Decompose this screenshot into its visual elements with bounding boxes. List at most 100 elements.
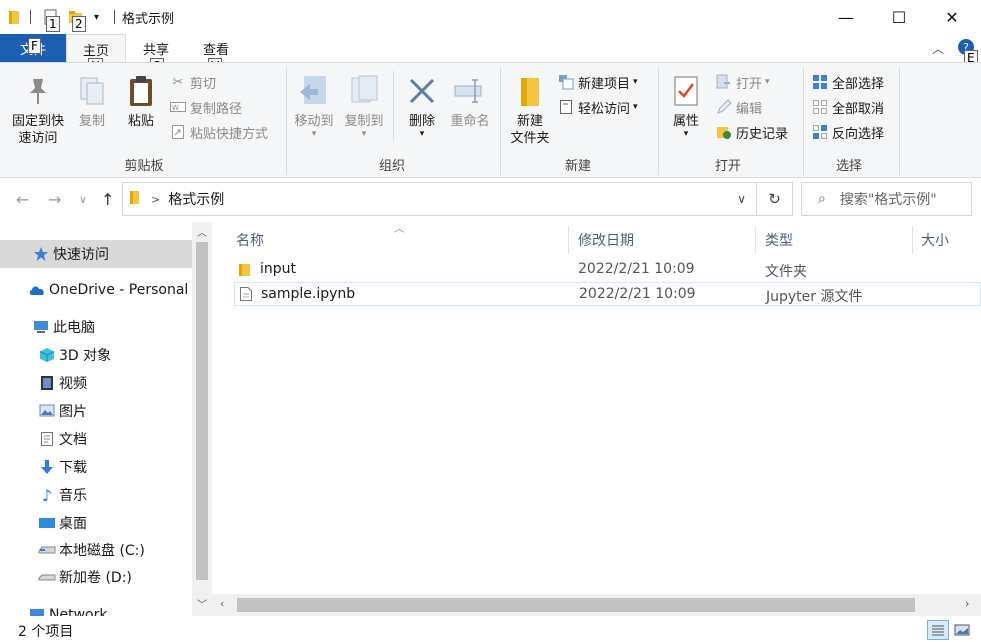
nav-pane-scrollbar[interactable]: ︿ ﹀ xyxy=(192,222,212,616)
drive-icon xyxy=(38,541,56,559)
maximize-button[interactable]: ☐ xyxy=(876,0,922,34)
horizontal-scroll-thumb[interactable] xyxy=(237,598,915,612)
group-label-select: 选择 xyxy=(835,159,862,174)
copy-label: 复制 xyxy=(78,114,105,129)
large-icons-view-icon[interactable] xyxy=(951,620,973,640)
rename-button[interactable]: 重命名 xyxy=(446,69,494,130)
column-header-type[interactable]: 类型 xyxy=(765,226,793,254)
new-item-dropdown-icon: ▾ xyxy=(633,77,638,87)
copy-to-button[interactable]: 复制到 ▾ xyxy=(340,69,388,139)
paste-shortcut-icon xyxy=(170,124,186,140)
nav-item-downloads[interactable]: 下载 xyxy=(0,453,192,481)
scroll-right-icon[interactable]: › xyxy=(965,597,969,610)
desktop-icon xyxy=(38,514,56,532)
file-list-horizontal-scrollbar[interactable]: ‹ › xyxy=(212,594,981,616)
paste-button[interactable]: 粘贴 xyxy=(120,69,162,130)
move-to-label: 移动到 xyxy=(294,114,334,129)
search-input[interactable]: ⌕ 搜索"格式示例" xyxy=(801,182,972,216)
copy-path-button[interactable]: W 复制路径 xyxy=(170,96,242,118)
pin-to-quick-access-button[interactable]: 固定到快 速访问 xyxy=(6,69,70,147)
column-separator[interactable] xyxy=(755,226,756,254)
back-arrow-icon[interactable]: ← xyxy=(16,190,29,209)
move-to-dropdown-icon: ▾ xyxy=(311,129,317,139)
nav-item-local-disk-c[interactable]: 本地磁盘 (C:) xyxy=(0,536,192,564)
nav-item-this-pc[interactable]: 此电脑 xyxy=(0,313,192,341)
edit-label: 编辑 xyxy=(736,101,763,117)
open-button[interactable]: 打开 ▾ xyxy=(716,71,770,93)
close-button[interactable]: ✕ xyxy=(929,0,975,34)
new-item-button[interactable]: 新建项目 ▾ xyxy=(558,71,638,93)
nav-item-onedrive[interactable]: OneDrive - Personal xyxy=(0,276,192,304)
easy-access-button[interactable]: 轻松访问 ▾ xyxy=(558,96,638,118)
open-icon xyxy=(716,74,732,90)
title-bar: ▾ 格式示例 — ☐ ✕ 1 2 xyxy=(0,0,981,34)
nav-item-network[interactable]: Network xyxy=(0,601,192,616)
column-separator[interactable] xyxy=(568,226,569,254)
pin-label-line1: 固定到快 xyxy=(11,114,64,129)
group-label-clipboard: 剪贴板 xyxy=(124,159,164,174)
properties-check-icon xyxy=(669,73,703,109)
easy-access-icon xyxy=(558,99,574,115)
table-row[interactable]: sample.ipynb 2022/2/21 10:09 Jupyter 源文件 xyxy=(234,282,981,306)
column-header-name[interactable]: 名称 xyxy=(236,226,264,254)
nav-item-documents[interactable]: 文档 xyxy=(0,425,192,453)
nav-item-music[interactable]: ♪ 音乐 xyxy=(0,481,192,509)
file-modified: 2022/2/21 10:09 xyxy=(579,286,696,302)
refresh-icon[interactable]: ↻ xyxy=(757,182,793,216)
copy-button[interactable]: 复制 xyxy=(72,69,112,130)
column-header-size[interactable]: 大小 xyxy=(921,226,949,254)
group-label-new: 新建 xyxy=(564,159,591,174)
nav-item-videos[interactable]: 视频 xyxy=(0,369,192,397)
scroll-down-icon[interactable]: ﹀ xyxy=(197,596,207,611)
breadcrumb-current[interactable]: 格式示例 xyxy=(168,189,224,209)
select-none-button[interactable]: 全部取消 xyxy=(812,96,884,118)
scroll-left-icon[interactable]: ‹ xyxy=(220,597,224,610)
keytip-quick-2: 2 xyxy=(72,16,86,32)
delete-button[interactable]: 删除 ▾ xyxy=(400,69,444,139)
nav-label: 快速访问 xyxy=(53,247,109,263)
nav-label: 音乐 xyxy=(59,488,87,504)
folder-icon xyxy=(8,8,22,26)
minimize-button[interactable]: — xyxy=(823,0,869,34)
forward-arrow-icon[interactable]: → xyxy=(48,190,61,209)
nav-item-desktop[interactable]: 桌面 xyxy=(0,509,192,537)
properties-button[interactable]: 属性 ▾ xyxy=(664,69,708,139)
nav-pane-scroll-thumb[interactable] xyxy=(196,242,208,580)
paste-shortcut-button[interactable]: 粘贴快捷方式 xyxy=(170,121,268,143)
nav-item-quick-access[interactable]: 快速访问 xyxy=(0,240,192,268)
group-separator xyxy=(899,67,900,175)
recent-locations-chevron-icon[interactable]: ∨ xyxy=(79,193,87,206)
breadcrumb-chevron-icon[interactable]: > xyxy=(151,193,160,206)
address-dropdown-icon[interactable]: ∨ xyxy=(737,192,746,206)
group-separator xyxy=(803,67,804,175)
column-separator[interactable] xyxy=(912,226,913,254)
properties-label: 属性 xyxy=(672,114,699,129)
nav-item-pictures[interactable]: 图片 xyxy=(0,397,192,425)
up-arrow-icon[interactable]: ↑ xyxy=(101,190,114,209)
new-folder-icon xyxy=(513,73,547,109)
window-title: 格式示例 xyxy=(122,12,175,27)
edit-button[interactable]: 编辑 xyxy=(716,96,762,118)
details-view-icon[interactable] xyxy=(927,620,949,640)
table-row[interactable]: input 2022/2/21 10:09 文件夹 xyxy=(234,258,981,282)
address-folder-icon xyxy=(129,189,141,209)
select-all-button[interactable]: 全部选择 xyxy=(812,71,884,93)
collapse-ribbon-chevron-icon[interactable]: ︿ xyxy=(932,40,944,57)
file-name: input xyxy=(260,261,297,277)
new-folder-button[interactable]: 新建 文件夹 xyxy=(504,69,556,147)
customize-toolbar-dropdown-icon[interactable]: ▾ xyxy=(94,8,99,26)
group-label-open: 打开 xyxy=(714,159,741,174)
address-bar[interactable]: > 格式示例 ∨ xyxy=(122,182,757,216)
column-header-modified[interactable]: 修改日期 xyxy=(578,226,634,254)
select-all-icon xyxy=(812,74,828,90)
invert-selection-button[interactable]: 反向选择 xyxy=(812,121,884,143)
cut-button[interactable]: ✂ 剪切 xyxy=(170,71,216,93)
star-icon xyxy=(32,245,50,263)
scroll-up-icon[interactable]: ︿ xyxy=(197,224,207,239)
history-button[interactable]: 历史记录 xyxy=(716,121,788,143)
move-to-button[interactable]: 移动到 ▾ xyxy=(290,69,338,139)
pin-icon xyxy=(21,73,55,109)
nav-item-new-volume-d[interactable]: 新加卷 (D:) xyxy=(0,563,192,591)
nav-item-3d-objects[interactable]: 3D 对象 xyxy=(0,341,192,369)
history-label: 历史记录 xyxy=(736,126,789,142)
